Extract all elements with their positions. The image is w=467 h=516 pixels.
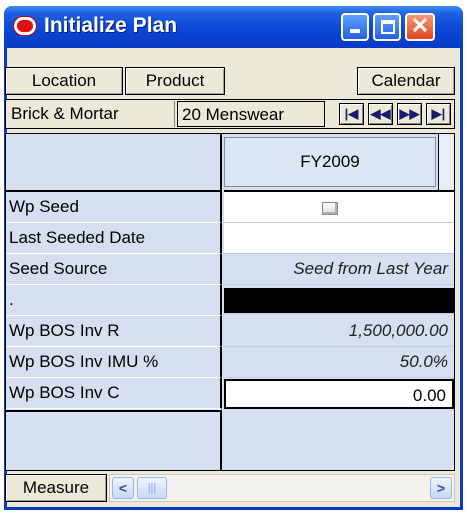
product-button[interactable]: Product bbox=[125, 67, 225, 95]
row-label: . bbox=[6, 285, 222, 316]
next-page-icon[interactable]: ▶▶ bbox=[397, 103, 422, 125]
horizontal-scrollbar[interactable]: < ||| > bbox=[109, 474, 455, 502]
maximize-icon bbox=[381, 20, 395, 34]
location-button[interactable]: Location bbox=[5, 67, 123, 95]
wp-seed-cell[interactable] bbox=[224, 192, 454, 223]
scroll-left-icon[interactable]: < bbox=[112, 477, 134, 499]
wp-bos-inv-c-cell[interactable]: 0.00 bbox=[224, 379, 454, 409]
wp-bos-inv-imu-cell[interactable]: 50.0% bbox=[224, 347, 454, 378]
wp-seed-checkbox[interactable] bbox=[322, 202, 338, 215]
row-label: Wp BOS Inv C bbox=[6, 378, 222, 409]
scroll-right-icon[interactable]: > bbox=[430, 477, 452, 499]
row-label: Seed Source bbox=[6, 254, 222, 285]
last-seeded-date-cell[interactable] bbox=[224, 223, 454, 254]
previous-page-icon[interactable]: ◀◀ bbox=[368, 103, 393, 125]
first-page-icon[interactable]: |◀ bbox=[339, 103, 364, 125]
measure-button[interactable]: Measure bbox=[5, 474, 107, 502]
position-row: Brick & Mortar 20 Menswear |◀ ◀◀ ▶▶ ▶| bbox=[5, 99, 455, 129]
minimize-icon bbox=[350, 29, 360, 33]
calendar-button[interactable]: Calendar bbox=[357, 67, 455, 95]
row-label: Wp BOS Inv IMU % bbox=[6, 347, 222, 378]
row-label: Last Seeded Date bbox=[6, 223, 222, 254]
separator-cell bbox=[224, 288, 454, 314]
wp-bos-inv-r-cell[interactable]: 1,500,000.00 bbox=[224, 316, 454, 347]
maximize-button[interactable] bbox=[373, 13, 401, 41]
scroll-thumb[interactable]: ||| bbox=[137, 477, 167, 499]
column-header-fy2009[interactable]: FY2009 bbox=[224, 137, 436, 187]
measure-grid: FY2009 Wp Seed Last Seeded Date Seed Sou… bbox=[5, 133, 455, 471]
row-label: Wp Seed bbox=[6, 192, 222, 223]
grid-corner bbox=[6, 134, 222, 192]
title-bar[interactable]: Initialize Plan ✕ bbox=[4, 6, 463, 48]
product-value[interactable]: 20 Menswear bbox=[177, 101, 325, 127]
close-icon: ✕ bbox=[410, 13, 430, 38]
column-header-spacer bbox=[438, 134, 454, 192]
last-page-icon[interactable]: ▶| bbox=[426, 103, 451, 125]
location-value[interactable]: Brick & Mortar bbox=[7, 101, 175, 127]
seed-source-cell[interactable]: Seed from Last Year bbox=[224, 254, 454, 285]
oracle-logo-icon bbox=[14, 17, 36, 35]
row-label: Wp BOS Inv R bbox=[6, 316, 222, 347]
window-title: Initialize Plan bbox=[44, 14, 178, 37]
close-button[interactable]: ✕ bbox=[405, 13, 435, 41]
minimize-button[interactable] bbox=[341, 13, 369, 41]
empty-label-area bbox=[6, 412, 222, 470]
